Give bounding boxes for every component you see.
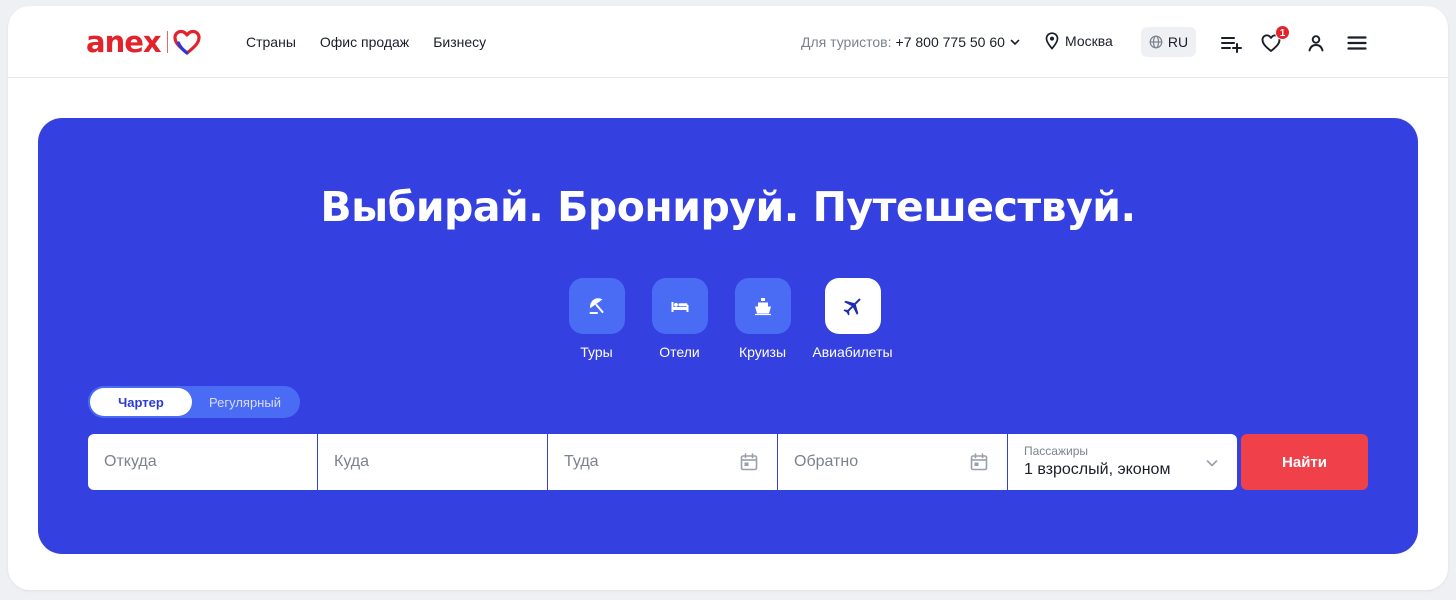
airplane-icon [842,298,861,316]
nav-link-countries[interactable]: Страны [246,34,296,50]
site-header: anex Страны Офис продаж Бизнесу Для тури… [8,6,1448,78]
category-cruises-button[interactable] [734,278,791,334]
language-selector[interactable]: RU [1141,27,1196,57]
globe-icon [1149,35,1163,49]
beach-umbrella-icon [589,298,603,314]
category-cruises-label: Круизы [738,344,787,360]
city-label: Москва [1065,33,1113,49]
category-flights[interactable]: Авиабилеты [812,278,893,360]
account-button[interactable] [1304,31,1328,55]
toggle-charter[interactable]: Чартер [90,388,192,416]
chevron-down-icon [1206,460,1218,467]
to-field[interactable]: Куда [318,434,548,490]
ship-icon [754,298,771,316]
heart-logo-icon [172,29,201,55]
depart-date-field[interactable]: Туда [548,434,778,490]
passengers-field[interactable]: Пассажиры 1 взрослый, эконом [1008,434,1237,490]
calendar-icon [740,453,758,471]
return-date-field[interactable]: Обратно [778,434,1008,490]
category-flights-button[interactable] [824,278,881,334]
anex-logo[interactable]: anex [86,26,202,58]
category-hotels[interactable]: Отели [651,278,708,360]
category-tours[interactable]: Туры [568,278,625,360]
menu-button[interactable] [1345,31,1369,55]
category-hotels-label: Отели [659,344,700,360]
nav-link-business[interactable]: Бизнесу [433,34,486,50]
menu-icon [1347,36,1367,50]
search-button[interactable]: Найти [1241,434,1368,490]
chevron-down-icon [1010,39,1020,45]
category-tours-button[interactable] [568,278,625,334]
flight-type-toggle: Чартер Регулярный [88,386,300,418]
logo-text: anex [86,25,162,59]
category-switcher: Туры Отели Круизы Авиабилеты [38,278,1418,360]
location-pin-icon [1045,32,1059,50]
category-cruises[interactable]: Круизы [734,278,791,360]
toggle-regular[interactable]: Регулярный [192,388,298,416]
flight-search-form: Откуда Куда Туда Обратно Пассажиры 1 взр… [88,434,1368,490]
from-placeholder: Откуда [104,453,157,470]
page-frame: anex Страны Офис продаж Бизнесу Для тури… [8,6,1448,590]
passengers-value: 1 взрослый, эконом [1024,461,1171,478]
hero-headline: Выбирай. Бронируй. Путешествуй. [320,183,1136,231]
depart-placeholder: Туда [564,453,599,470]
to-placeholder: Куда [334,453,370,470]
category-flights-label: Авиабилеты [812,344,893,360]
compare-list-button[interactable] [1219,31,1243,55]
hero-search-panel: Выбирай. Бронируй. Путешествуй. Туры Оте… [38,118,1418,554]
favorites-button[interactable]: 1 [1259,25,1290,55]
bed-icon [671,302,688,312]
language-label: RU [1167,34,1189,50]
from-field[interactable]: Откуда [88,434,318,490]
nav-link-sales-office[interactable]: Офис продаж [320,34,409,50]
favorites-count-badge: 1 [1275,25,1290,40]
user-icon [1308,35,1324,52]
city-selector[interactable]: Москва [1045,32,1113,50]
category-tours-label: Туры [580,344,613,360]
return-placeholder: Обратно [794,453,859,470]
logo-divider [166,31,168,53]
phone-number: +7 800 775 50 60 [895,34,1005,50]
phone-label: Для туристов: [801,34,892,50]
category-hotels-button[interactable] [651,278,708,334]
main-nav: Страны Офис продаж Бизнесу [246,6,486,78]
passengers-label: Пассажиры [1024,444,1089,458]
phone-dropdown[interactable]: Для туристов: +7 800 775 50 60 [801,34,1021,50]
calendar-icon [970,453,988,471]
compare-list-icon [1221,37,1242,53]
